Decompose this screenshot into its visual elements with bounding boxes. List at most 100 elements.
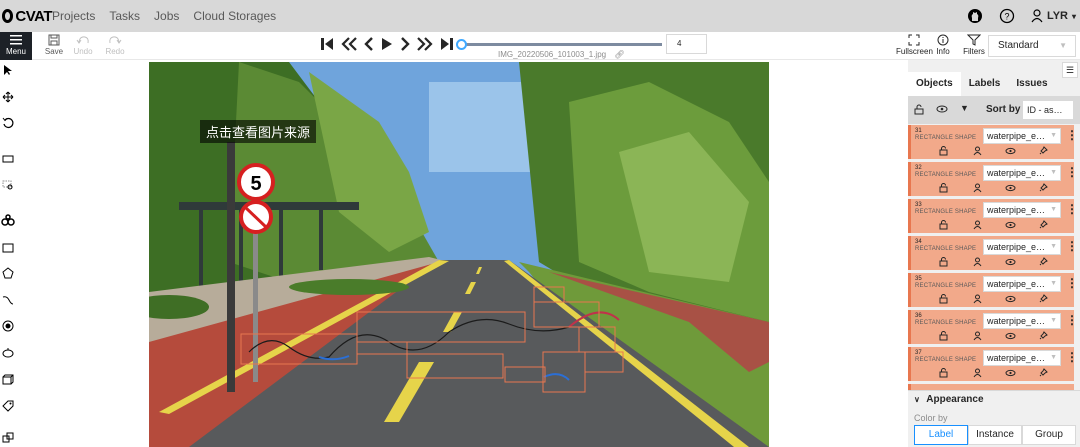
color-by-label-option[interactable]: Label [914,425,968,445]
lock-icon[interactable] [939,331,948,344]
object-item-32[interactable]: 32 RECTANGLE SHAPE waterpipe_e… ▼ ⋮ [908,162,1078,196]
ai-tools[interactable] [0,212,16,228]
forward-step-icon[interactable] [417,36,433,52]
object-item-31[interactable]: 31 RECTANGLE SHAPE waterpipe_e… ▼ ⋮ [908,125,1078,159]
zoom-region-tool[interactable] [0,177,16,193]
nav-link-cloud-storages[interactable]: Cloud Storages [193,9,276,23]
object-label-select[interactable]: waterpipe_e… ▼ [983,239,1061,255]
move-tool[interactable] [0,89,16,105]
tab-issues[interactable]: Issues [1008,72,1055,96]
visibility-icon[interactable] [1005,183,1016,195]
menu-button[interactable]: Menu [0,32,32,60]
more-options-icon[interactable]: ⋮ [1066,202,1078,216]
visibility-icon[interactable] [1005,146,1016,158]
workspace-select[interactable]: Standard ▼ [988,35,1076,57]
tag-tool[interactable] [0,398,16,414]
color-by-group-option[interactable]: Group [1022,425,1076,445]
link-icon[interactable]: 🔗︎ [614,50,624,59]
object-label-select[interactable]: waterpipe_e… ▼ [983,165,1061,181]
fullscreen-button[interactable]: Fullscreen [896,32,933,56]
cursor-tool[interactable] [0,62,16,78]
lock-icon[interactable] [939,368,948,381]
object-label-select[interactable]: waterpipe_e… ▼ [983,276,1061,292]
object-label-select[interactable]: waterpipe_e… ▼ [983,313,1061,329]
pin-icon[interactable] [1039,220,1048,232]
lock-icon[interactable] [939,220,948,233]
color-by-instance-option[interactable]: Instance [968,425,1022,445]
tab-labels[interactable]: Labels [961,72,1009,96]
occluded-icon[interactable] [973,183,982,196]
pin-icon[interactable] [1039,146,1048,158]
lock-icon[interactable] [939,183,948,196]
user-menu[interactable]: LYR ▾ [1031,9,1076,23]
more-options-icon[interactable]: ⋮ [1066,128,1078,142]
first-frame-icon[interactable] [320,36,334,52]
visibility-icon[interactable] [1005,331,1016,343]
occluded-icon[interactable] [973,294,982,307]
visibility-icon[interactable] [1005,294,1016,306]
occluded-icon[interactable] [973,257,982,270]
visibility-icon[interactable] [1005,368,1016,380]
more-options-icon[interactable]: ⋮ [1066,165,1078,179]
object-label-select[interactable]: waterpipe_e… ▼ [983,128,1061,144]
filters-button[interactable]: Filters [962,32,986,56]
nav-link-projects[interactable]: Projects [52,9,95,23]
previous-frame-icon[interactable] [364,36,374,52]
lock-icon[interactable] [939,257,948,270]
lock-icon[interactable] [939,294,948,307]
object-item-34[interactable]: 34 RECTANGLE SHAPE waterpipe_e… ▼ ⋮ [908,236,1078,270]
lock-icon[interactable] [939,146,948,159]
object-label-select[interactable]: waterpipe_e… ▼ [983,202,1061,218]
occluded-icon[interactable] [973,146,982,159]
play-icon[interactable] [381,36,393,52]
pin-icon[interactable] [1039,368,1048,380]
fit-image-tool[interactable] [0,151,16,167]
eye-icon[interactable] [936,104,948,114]
visibility-icon[interactable] [1005,257,1016,269]
nav-link-tasks[interactable]: Tasks [109,9,140,23]
frame-number-input[interactable]: 4 [666,34,707,54]
object-item-35[interactable]: 35 RECTANGLE SHAPE waterpipe_e… ▼ ⋮ [908,273,1078,307]
help-icon[interactable]: ? [999,8,1015,24]
tab-objects[interactable]: Objects [908,72,961,96]
more-options-icon[interactable]: ⋮ [1066,350,1078,364]
visibility-icon[interactable] [1005,220,1016,232]
merge-tool[interactable] [0,430,16,446]
undo-button[interactable]: Undo [72,32,94,60]
draw-ellipse-tool[interactable] [0,345,16,361]
redo-button[interactable]: Redo [104,32,126,60]
object-item-37[interactable]: 37 RECTANGLE SHAPE waterpipe_e… ▼ ⋮ [908,347,1078,381]
backward-step-icon[interactable] [341,36,357,52]
pin-icon[interactable] [1039,183,1048,195]
more-options-icon[interactable]: ⋮ [1066,276,1078,290]
more-options-icon[interactable]: ⋮ [1066,313,1078,327]
pin-icon[interactable] [1039,257,1048,269]
rotate-tool[interactable] [0,115,16,131]
occluded-icon[interactable] [973,331,982,344]
github-icon[interactable] [967,8,983,24]
sidebar-collapse-button[interactable]: ☰ [1062,62,1078,78]
cvat-logo[interactable]: CVAT [0,0,52,32]
draw-rectangle-tool[interactable] [0,240,16,256]
object-label-select[interactable]: waterpipe_e… ▼ [983,350,1061,366]
object-item-33[interactable]: 33 RECTANGLE SHAPE waterpipe_e… ▼ ⋮ [908,199,1078,233]
draw-polygon-tool[interactable] [0,265,16,281]
sort-select[interactable]: ID - as… [1022,100,1074,120]
save-button[interactable]: Save [42,32,66,60]
info-button[interactable]: Info [934,32,952,56]
annotated-image[interactable]: 5 点击查看图片来源 [149,62,769,447]
pin-icon[interactable] [1039,331,1048,343]
more-options-icon[interactable]: ⋮ [1066,239,1078,253]
last-frame-icon[interactable] [440,36,454,52]
nav-link-jobs[interactable]: Jobs [154,9,179,23]
occluded-icon[interactable] [973,368,982,381]
object-item-36[interactable]: 36 RECTANGLE SHAPE waterpipe_e… ▼ ⋮ [908,310,1078,344]
appearance-header[interactable]: ∨ Appearance [914,394,984,405]
collapse-all-icon[interactable]: ▼ [960,103,969,113]
pin-icon[interactable] [1039,294,1048,306]
draw-points-tool[interactable] [0,318,16,334]
occluded-icon[interactable] [973,220,982,233]
draw-cuboid-tool[interactable] [0,372,16,388]
slider-handle[interactable] [456,39,467,50]
draw-polyline-tool[interactable] [0,292,16,308]
